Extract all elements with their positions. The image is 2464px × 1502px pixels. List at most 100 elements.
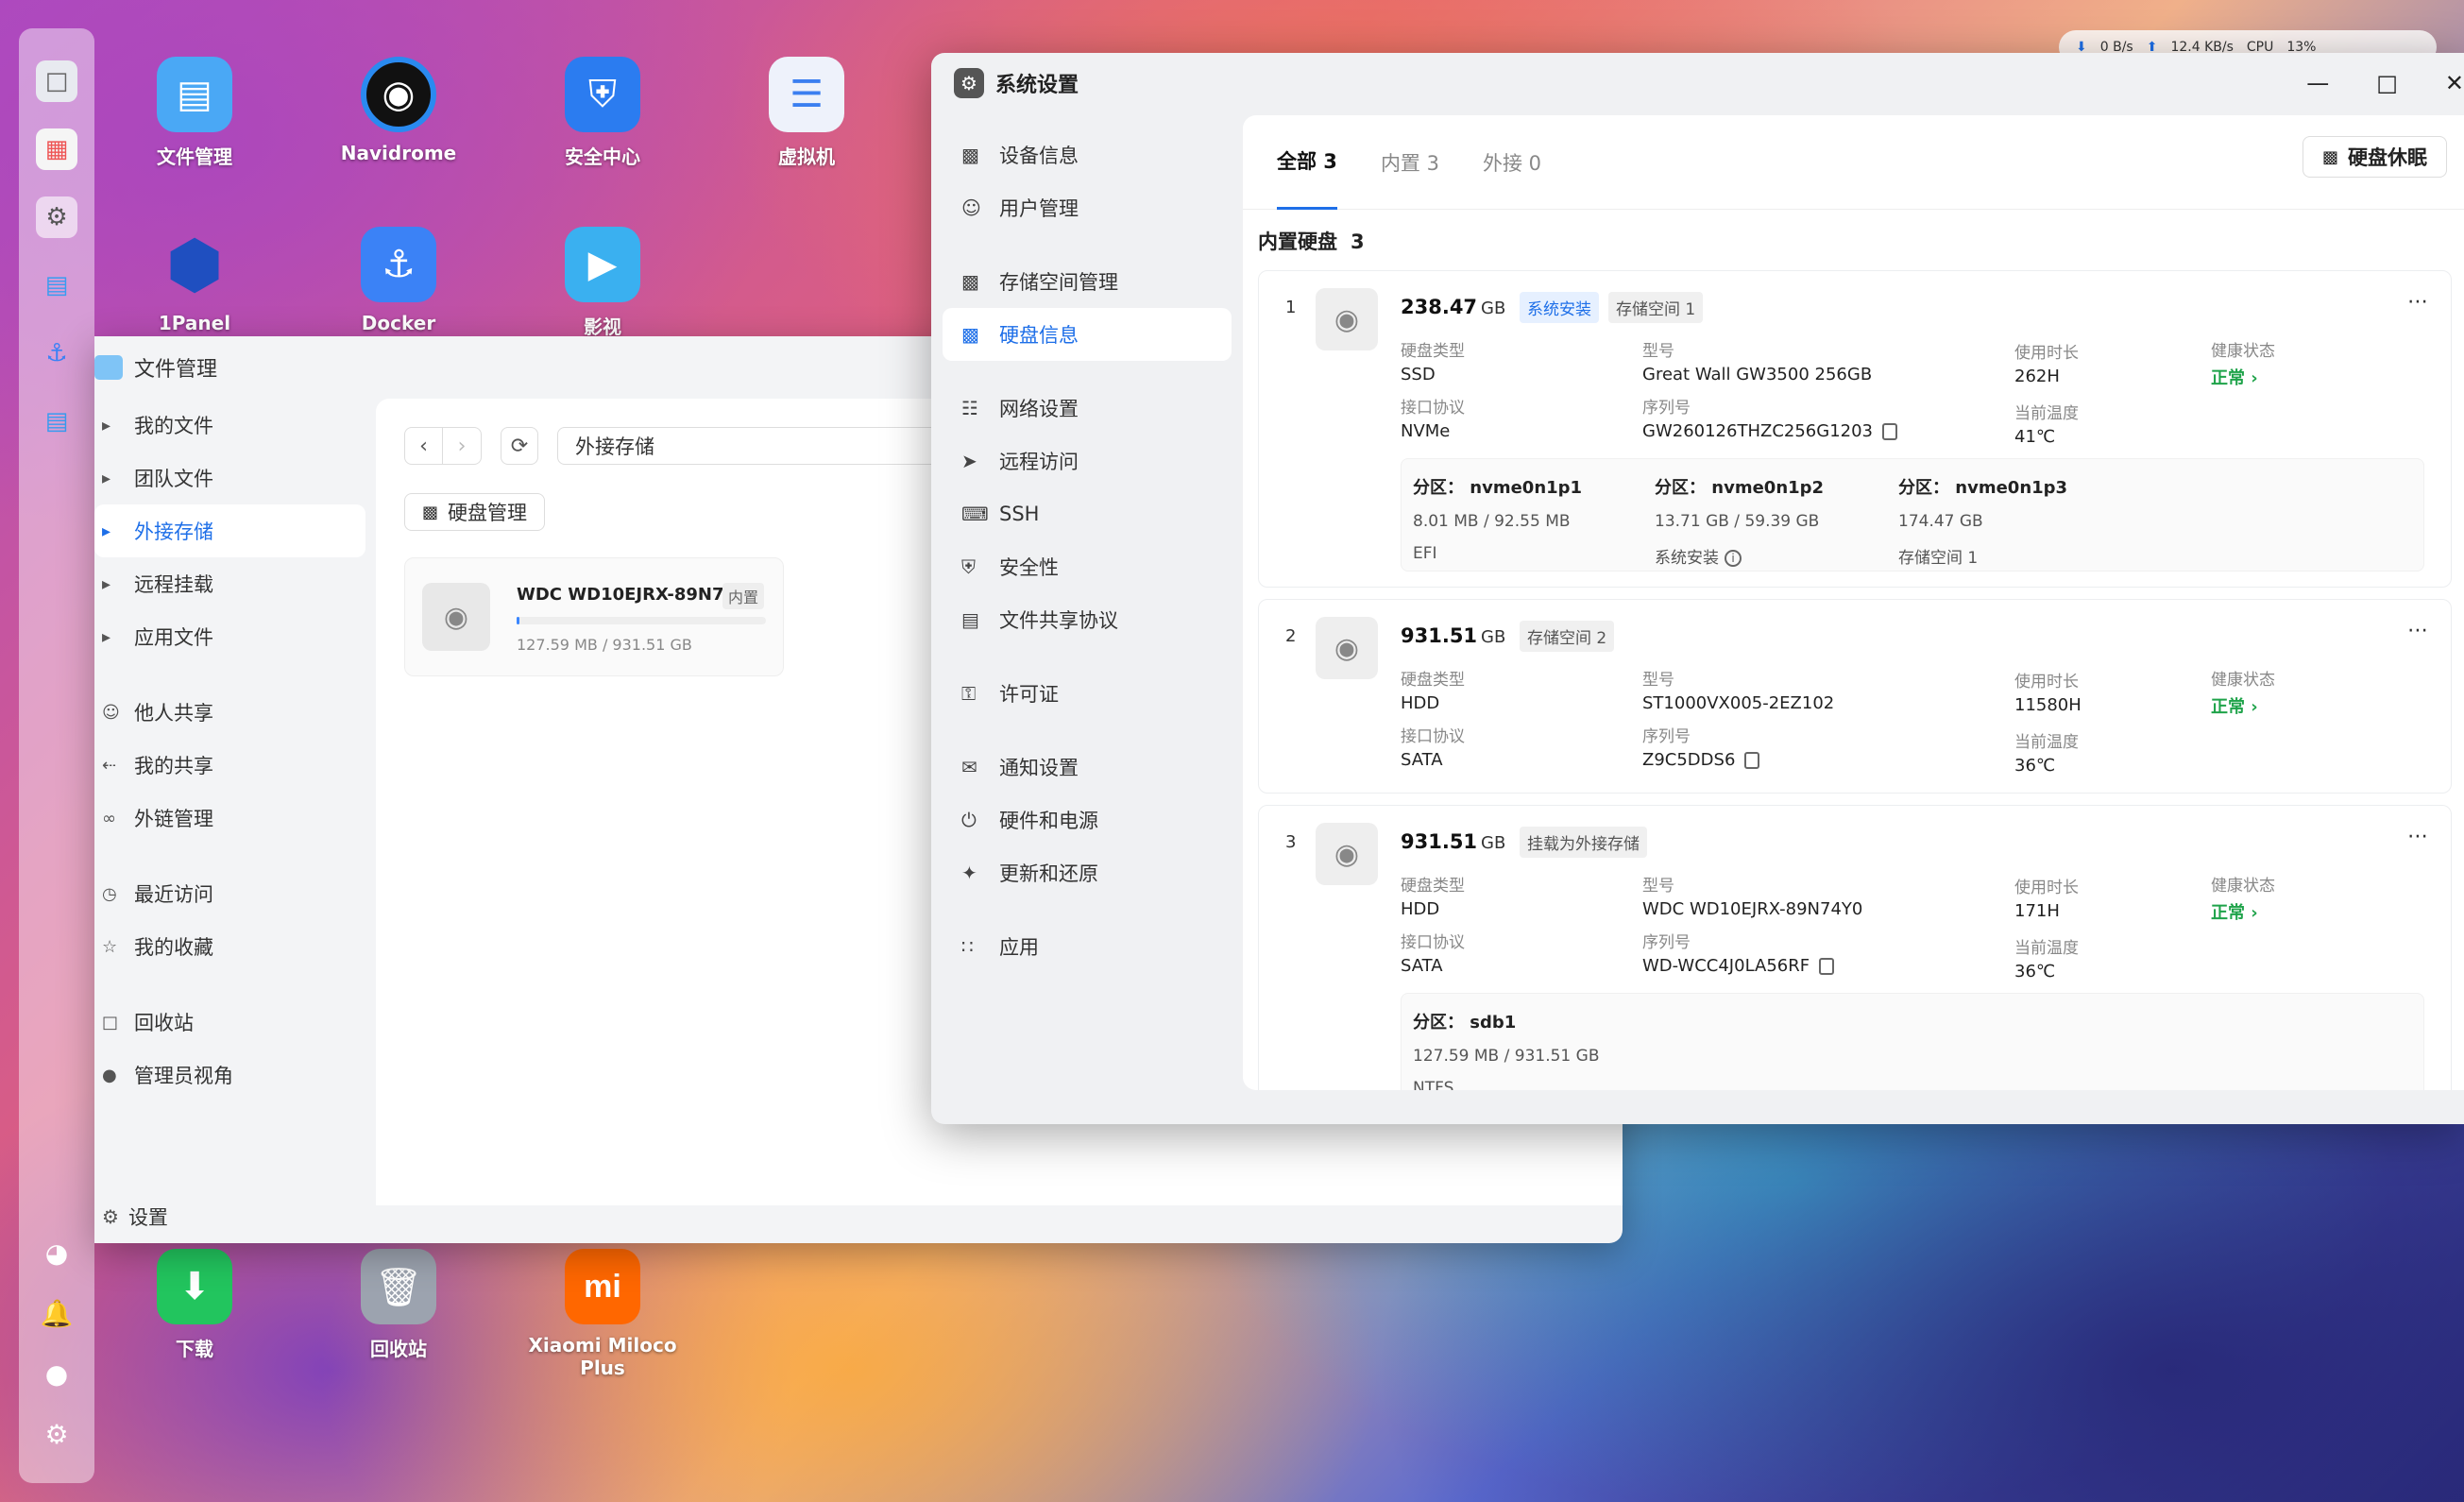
forward-button[interactable]: › [443,428,481,464]
sidebar-item-app-files[interactable]: ▸ 应用文件 [94,610,373,663]
folder-icon[interactable]: ▤ [36,265,77,306]
desktop-icon-label: 回收站 [370,1338,427,1360]
nav-device-info[interactable]: ▩ 设备信息 [943,128,1232,181]
clock-icon: ◷ [102,883,117,904]
copy-icon[interactable] [1882,423,1898,440]
shield-icon: ⛨ [961,555,976,578]
nav-disk-info[interactable]: ▩ 硬盘信息 [943,308,1232,361]
settings-button[interactable]: ⚙ 设置 [94,1190,373,1243]
desktop-icon-video[interactable]: ▶ 影视 [508,227,697,339]
desktop-icon-navidrome[interactable]: ◉ Navidrome [304,57,493,164]
account-icon[interactable]: ◕ [36,1232,77,1273]
minimize-button[interactable]: — [2306,70,2329,96]
gear-icon[interactable]: ⚙ [36,1413,77,1455]
info-icon[interactable]: i [1725,550,1742,567]
desktop-icon-miloco[interactable]: mi Xiaomi Miloco Plus [508,1249,697,1379]
field-label: 使用时长 [2014,879,2079,897]
more-icon[interactable]: ⋯ [2407,290,2428,314]
desktop-icon-security[interactable]: ⛨ 安全中心 [508,57,697,169]
refresh-button[interactable]: ⟳ [501,427,538,465]
nav-network[interactable]: ☷ 网络设置 [943,382,1232,435]
sidebar-item-label: 管理员视角 [134,1065,233,1087]
field-label: 硬盘类型 [1401,671,1465,690]
tab-all[interactable]: 全部 3 [1277,115,1337,210]
sidebar-item-remote-mount[interactable]: ▸ 远程挂载 [94,557,373,610]
external-disk-card[interactable]: ◉ WDC WD10EJRX-89N7... 内置 127.59 MB / 93… [404,557,784,676]
sidebar-item-links[interactable]: ∞ 外链管理 [94,792,373,845]
sidebar-item-team-files[interactable]: ▸ 团队文件 [94,452,373,504]
desktop-icon-trash[interactable]: 🗑 回收站 [304,1249,493,1361]
disk-protocol: 接口协议 NVMe [1401,394,1465,441]
more-icon[interactable]: ⋯ [2407,825,2428,848]
disk-manage-button[interactable]: ▩ 硬盘管理 [404,493,546,531]
folder-icon[interactable]: ▤ [36,401,77,442]
user-icon[interactable]: ● [36,1353,77,1394]
apps-icon: ∷ [961,935,974,958]
tab-internal[interactable]: 内置 3 [1381,115,1439,210]
film-icon: ▶ [565,227,640,302]
field-value: 171H [2014,901,2060,921]
maximize-button[interactable]: □ [2376,70,2398,96]
key-icon: ⚿ [961,682,977,705]
sidebar-item-shared-with-me[interactable]: ☺ 他人共享 [94,686,373,739]
partition-fs: NTFS [1413,1079,1454,1090]
field-value: SSD [1401,365,1436,384]
sidebar-item-label: 我的收藏 [134,936,213,959]
field-value: HDD [1401,693,1440,713]
disk-sleep-button[interactable]: ▩ 硬盘休眠 [2302,136,2447,178]
sidebar-item-label: 我的共享 [134,755,213,777]
tab-external[interactable]: 外接 0 [1483,115,1541,210]
docker-icon[interactable]: ⚓ [36,333,77,374]
apps-grid-icon[interactable]: ▦ [36,128,77,170]
copy-icon[interactable] [1819,958,1835,975]
nav-file-sharing[interactable]: ▤ 文件共享协议 [943,593,1232,646]
nav-storage-management[interactable]: ▩ 存储空间管理 [943,255,1232,308]
desktop-icon-label: 1Panel [158,312,231,334]
caret-right-icon: ▸ [102,415,111,435]
nav-license[interactable]: ⚿ 许可证 [943,667,1232,720]
rocket-icon: ✦ [961,862,977,884]
sidebar-item-external-storage[interactable]: ▸ 外接存储 [94,504,365,557]
disk-temp: 当前温度 41℃ [2014,400,2079,447]
desktop-icon-docker[interactable]: ⚓ Docker [304,227,493,334]
nav-remote-access[interactable]: ➤ 远程访问 [943,435,1232,487]
desktop-icon-files[interactable]: ▤ 文件管理 [100,57,289,169]
window-title: 文件管理 [134,358,218,382]
desktop-icon-download[interactable]: ⬇ 下载 [100,1249,289,1361]
disk-health[interactable]: 健康状态 正常 › [2211,337,2275,389]
disk-capacity: 931.51 GB [1401,624,1505,647]
desktop-icon-1panel[interactable]: ⬢ 1Panel [100,226,289,334]
sidebar-item-admin-view[interactable]: ● 管理员视角 [94,1049,373,1101]
settings-app-icon[interactable]: ⚙ [36,196,77,238]
disk-health[interactable]: 健康状态 正常 › [2211,872,2275,924]
field-label: 当前温度 [2014,939,2079,958]
nav-ssh[interactable]: ⌨ SSH [943,487,1232,540]
section-title-text: 内置硬盘 [1258,230,1337,253]
more-icon[interactable]: ⋯ [2407,619,2428,642]
partition-name: nvme0n1p1 [1470,478,1583,498]
back-button[interactable]: ‹ [405,428,443,464]
monitor-icon[interactable]: □ [36,60,77,102]
disk-health[interactable]: 健康状态 正常 › [2211,666,2275,718]
sidebar-item-trash[interactable]: □ 回收站 [94,996,373,1049]
close-button[interactable]: ✕ [2445,70,2464,96]
caret-right-icon: ▸ [102,521,111,541]
nav-hardware-power[interactable]: ⏻ 硬件和电源 [943,794,1232,846]
sidebar-item-my-files[interactable]: ▸ 我的文件 [94,399,373,452]
copy-icon[interactable] [1744,752,1760,769]
desktop-icon-vm[interactable]: ☰ 虚拟机 [712,57,901,169]
nav-user-management[interactable]: ☺ 用户管理 [943,181,1232,234]
nav-update-restore[interactable]: ✦ 更新和还原 [943,846,1232,899]
disk-tags: 系统安装 存储空间 1 [1520,292,1704,323]
section-count: 3 [1351,230,1365,253]
partition-fs: EFI [1413,544,1437,563]
nav-security[interactable]: ⛨ 安全性 [943,540,1232,593]
nav-apps[interactable]: ∷ 应用 [943,920,1232,973]
nav-label: 许可证 [999,683,1059,706]
bell-icon[interactable]: 🔔 [36,1292,77,1334]
system-settings-window: ⚙ 系统设置 — □ ✕ ▩ 设备信息 ☺ 用户管理 ▩ 存储空间管理 ▩ 硬盘信息 ☷… [931,53,2464,1124]
sidebar-item-recent[interactable]: ◷ 最近访问 [94,867,373,920]
sidebar-item-favorites[interactable]: ☆ 我的收藏 [94,920,373,973]
sidebar-item-my-shares[interactable]: ⇠ 我的共享 [94,739,373,792]
nav-notifications[interactable]: ✉ 通知设置 [943,741,1232,794]
